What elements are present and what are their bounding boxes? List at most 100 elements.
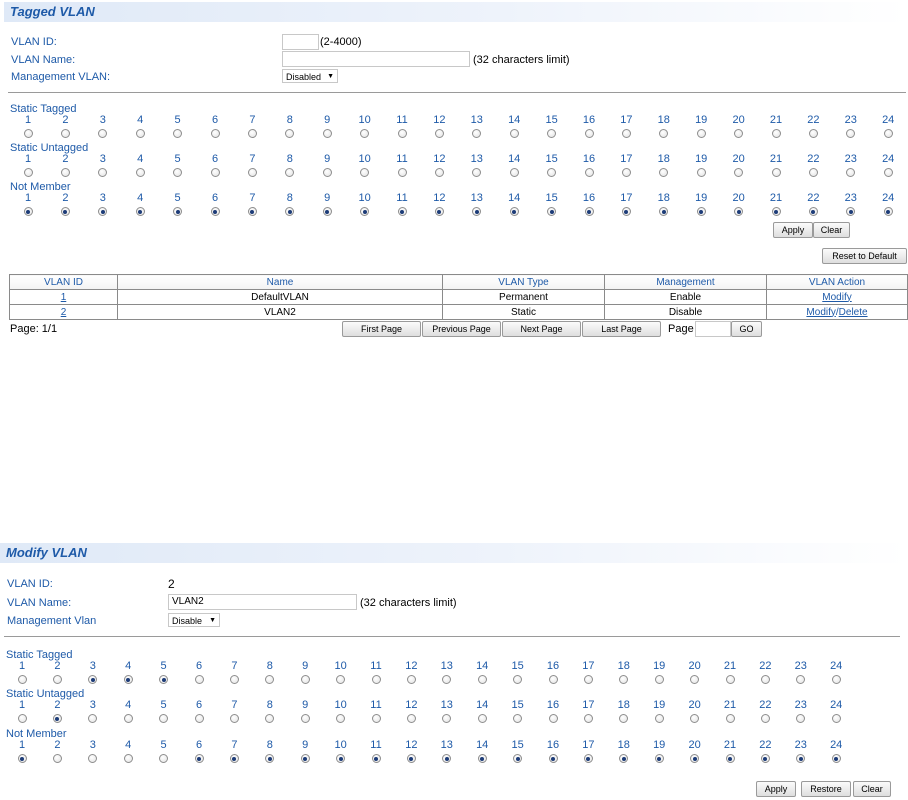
modify-radio-g0-p13[interactable] [442,675,452,684]
tagged-radio-g1-p10[interactable] [360,168,370,177]
tagged-radio-g2-p12[interactable] [434,207,444,216]
vlan-name-input[interactable] [282,51,470,67]
tagged-radio-g0-p6[interactable] [210,129,220,138]
modify-radio-g0-p10[interactable] [336,675,346,684]
modify-radio-g2-p12[interactable] [406,754,416,763]
modify-management-vlan-select[interactable]: Disable ▼ [168,613,220,627]
tagged-radio-g2-p2[interactable] [60,207,70,216]
modify-radio-g0-p14[interactable] [477,675,487,684]
modify-radio-g2-p2[interactable] [52,754,62,763]
tagged-radio-g1-p24[interactable] [883,168,893,177]
tagged-radio-g2-p11[interactable] [397,207,407,216]
vlan-id-link-2[interactable]: 2 [61,307,67,318]
modify-apply-button[interactable]: Apply [756,781,796,797]
modify-clear-button[interactable]: Clear [853,781,891,797]
tagged-radio-g0-p15[interactable] [547,129,557,138]
modify-radio-g2-p18[interactable] [619,754,629,763]
modify-radio-g2-p1[interactable] [17,754,27,763]
tagged-radio-g2-p19[interactable] [696,207,706,216]
restore-button[interactable]: Restore [801,781,851,797]
tagged-radio-g2-p17[interactable] [621,207,631,216]
tagged-radio-g1-p12[interactable] [434,168,444,177]
modify-radio-g0-p8[interactable] [265,675,275,684]
modify-radio-g1-p6[interactable] [194,714,204,723]
tagged-radio-g2-p15[interactable] [547,207,557,216]
modify-radio-g2-p19[interactable] [654,754,664,763]
tagged-radio-g0-p12[interactable] [434,129,444,138]
modify-radio-g2-p15[interactable] [513,754,523,763]
modify-radio-g0-p21[interactable] [725,675,735,684]
tagged-radio-g1-p15[interactable] [547,168,557,177]
modify-radio-g2-p4[interactable] [123,754,133,763]
vlan-id-link-1[interactable]: 1 [61,292,67,303]
modify-radio-g2-p21[interactable] [725,754,735,763]
tagged-radio-g2-p5[interactable] [173,207,183,216]
modify-radio-g1-p13[interactable] [442,714,452,723]
tagged-radio-g1-p4[interactable] [135,168,145,177]
modify-radio-g1-p11[interactable] [371,714,381,723]
tagged-radio-g1-p7[interactable] [247,168,257,177]
tagged-radio-g0-p23[interactable] [846,129,856,138]
tagged-radio-g1-p1[interactable] [23,168,33,177]
modify-radio-g0-p9[interactable] [300,675,310,684]
modify-radio-g1-p20[interactable] [690,714,700,723]
modify-radio-g0-p5[interactable] [159,675,169,684]
tagged-radio-g0-p17[interactable] [621,129,631,138]
tagged-radio-g1-p20[interactable] [734,168,744,177]
modify-radio-g1-p1[interactable] [17,714,27,723]
modify-radio-g1-p7[interactable] [229,714,239,723]
tagged-radio-g1-p3[interactable] [98,168,108,177]
modify-radio-g0-p3[interactable] [88,675,98,684]
next-page-button[interactable]: Next Page [502,321,581,337]
modify-radio-g1-p12[interactable] [406,714,416,723]
modify-radio-g0-p4[interactable] [123,675,133,684]
previous-page-button[interactable]: Previous Page [422,321,501,337]
modify-radio-g1-p2[interactable] [52,714,62,723]
modify-radio-g2-p6[interactable] [194,754,204,763]
tagged-radio-g2-p7[interactable] [247,207,257,216]
tagged-radio-g2-p24[interactable] [883,207,893,216]
tagged-radio-g2-p16[interactable] [584,207,594,216]
management-vlan-select[interactable]: Disabled ▼ [282,69,338,83]
modify-radio-g1-p24[interactable] [831,714,841,723]
modify-radio-g0-p16[interactable] [548,675,558,684]
tagged-radio-g1-p8[interactable] [285,168,295,177]
tagged-radio-g1-p16[interactable] [584,168,594,177]
tagged-radio-g2-p23[interactable] [846,207,856,216]
tagged-radio-g2-p14[interactable] [509,207,519,216]
tagged-radio-g2-p20[interactable] [734,207,744,216]
reset-to-default-button[interactable]: Reset to Default [822,248,907,264]
tagged-radio-g1-p22[interactable] [808,168,818,177]
modify-radio-g1-p10[interactable] [336,714,346,723]
modify-radio-g0-p12[interactable] [406,675,416,684]
modify-radio-g2-p13[interactable] [442,754,452,763]
modify-radio-g0-p20[interactable] [690,675,700,684]
modify-radio-g0-p6[interactable] [194,675,204,684]
tagged-radio-g0-p8[interactable] [285,129,295,138]
modify-radio-g1-p8[interactable] [265,714,275,723]
modify-link-2[interactable]: Modify [806,307,835,318]
modify-radio-g0-p24[interactable] [831,675,841,684]
tagged-radio-g2-p6[interactable] [210,207,220,216]
tagged-radio-g2-p22[interactable] [808,207,818,216]
modify-radio-g1-p15[interactable] [513,714,523,723]
page-number-input[interactable] [695,321,731,337]
modify-radio-g0-p15[interactable] [513,675,523,684]
modify-link-1[interactable]: Modify [822,292,851,303]
delete-link-2[interactable]: Delete [839,307,868,318]
tagged-radio-g0-p1[interactable] [23,129,33,138]
modify-radio-g1-p21[interactable] [725,714,735,723]
tagged-radio-g2-p1[interactable] [23,207,33,216]
modify-radio-g1-p19[interactable] [654,714,664,723]
modify-radio-g2-p23[interactable] [796,754,806,763]
modify-radio-g0-p23[interactable] [796,675,806,684]
tagged-radio-g0-p3[interactable] [98,129,108,138]
modify-radio-g2-p16[interactable] [548,754,558,763]
modify-radio-g2-p5[interactable] [159,754,169,763]
tagged-radio-g0-p24[interactable] [883,129,893,138]
modify-radio-g0-p18[interactable] [619,675,629,684]
tagged-radio-g1-p14[interactable] [509,168,519,177]
tagged-radio-g1-p9[interactable] [322,168,332,177]
modify-radio-g0-p7[interactable] [229,675,239,684]
tagged-radio-g1-p11[interactable] [397,168,407,177]
